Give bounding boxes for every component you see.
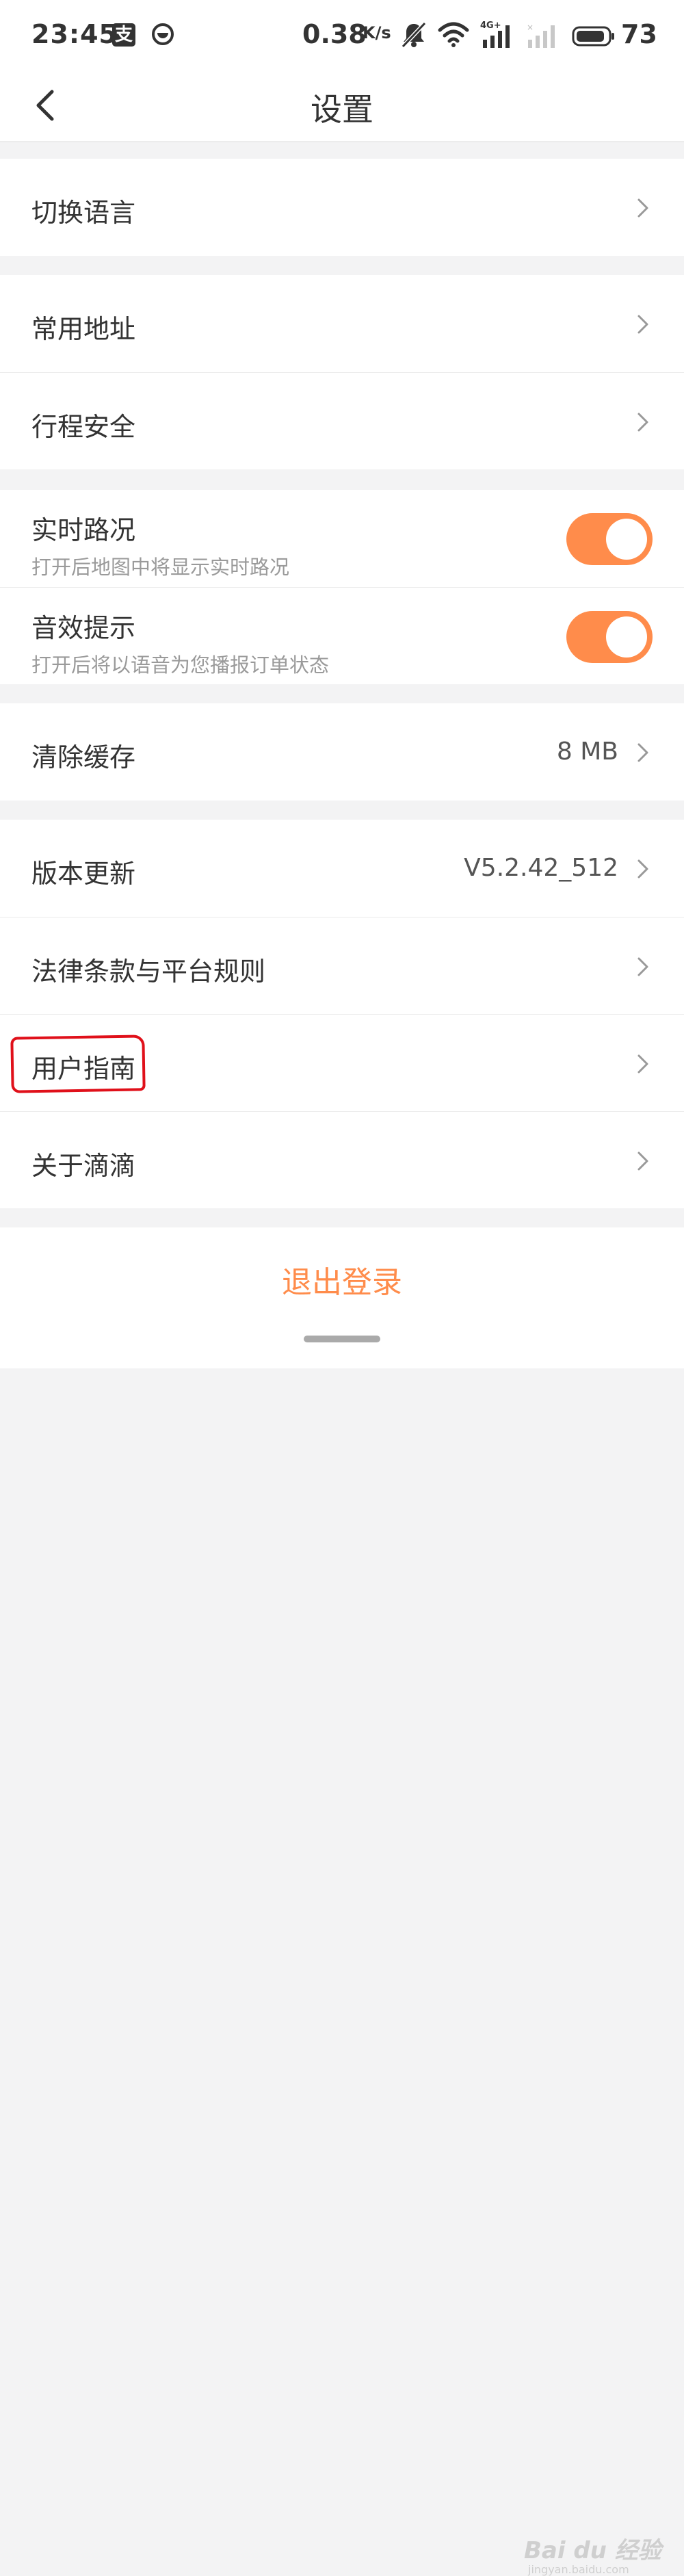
section-language: 切换语言	[0, 159, 684, 256]
row-label: 法律条款与平台规则	[31, 957, 266, 987]
home-indicator[interactable]	[304, 1336, 380, 1342]
section-toggles: 实时路况 打开后地图中将显示实时路况 音效提示 打开后将以语音为您播报订单状态	[0, 490, 684, 684]
settings-row-sound: 音效提示 打开后将以语音为您播报订单状态	[0, 587, 684, 684]
row-label: 清除缓存	[31, 742, 136, 772]
network-speed-unit: K/s	[363, 23, 391, 42]
row-description: 打开后地图中将显示实时路况	[31, 556, 290, 579]
settings-row-address[interactable]: 常用地址	[0, 275, 684, 372]
wifi-icon	[438, 22, 469, 47]
chevron-right-icon	[637, 1152, 648, 1171]
chevron-right-icon	[637, 743, 648, 762]
chevron-right-icon	[637, 413, 648, 432]
app-version: V5.2.42_512	[464, 854, 618, 882]
settings-row-guide[interactable]: 用户指南	[0, 1014, 684, 1111]
nav-bar: 设置	[0, 71, 684, 142]
watermark-url: jingyan.baidu.com	[528, 2563, 629, 2576]
settings-row-safety[interactable]: 行程安全	[0, 372, 684, 469]
watermark-logo: Bai du 经验	[524, 2537, 661, 2564]
row-label: 切换语言	[31, 198, 136, 228]
chevron-right-icon	[637, 1054, 648, 1074]
row-label: 用户指南	[31, 1054, 136, 1084]
battery-level: 73	[621, 19, 657, 49]
status-time: 23:45	[31, 19, 118, 49]
settings-row-traffic: 实时路况 打开后地图中将显示实时路况	[0, 490, 684, 587]
row-label: 关于滴滴	[31, 1151, 136, 1181]
traffic-toggle[interactable]	[566, 513, 653, 565]
row-label: 常用地址	[31, 314, 136, 344]
logout-area: 退出登录 Bai du 经验 jingyan.baidu.com	[0, 1227, 684, 2576]
chevron-right-icon	[637, 859, 648, 879]
settings-row-legal[interactable]: 法律条款与平台规则	[0, 917, 684, 1014]
settings-row-language[interactable]: 切换语言	[0, 159, 684, 256]
signal-4g-icon	[483, 25, 510, 48]
settings-row-version[interactable]: 版本更新 V5.2.42_512	[0, 820, 684, 917]
row-label: 音效提示	[31, 613, 136, 643]
chevron-right-icon	[637, 198, 648, 218]
alipay-icon: 支	[112, 23, 135, 47]
sound-toggle[interactable]	[566, 611, 653, 663]
row-label: 实时路况	[31, 515, 136, 545]
page-title: 设置	[311, 91, 373, 128]
row-description: 打开后将以语音为您播报订单状态	[31, 653, 330, 677]
didi-icon	[152, 23, 174, 45]
cache-size: 8 MB	[556, 738, 618, 766]
section-trip: 常用地址 行程安全	[0, 275, 684, 469]
battery-icon	[572, 26, 614, 47]
section-cache: 清除缓存 8 MB	[0, 703, 684, 801]
section-about: 版本更新 V5.2.42_512 法律条款与平台规则 用户指南 关于滴滴	[0, 820, 684, 1208]
row-label: 行程安全	[31, 412, 136, 442]
toggle-knob	[606, 616, 647, 658]
settings-row-about[interactable]: 关于滴滴	[0, 1111, 684, 1208]
chevron-right-icon	[637, 315, 648, 334]
toggle-knob	[606, 519, 647, 560]
logout-button[interactable]: 退出登录	[0, 1258, 684, 1301]
bell-muted-icon	[401, 21, 427, 49]
network-speed: 0.38	[302, 19, 367, 49]
status-bar: 23:45 支 0.38 K/s 4G+ × 73	[0, 0, 684, 71]
chevron-right-icon	[637, 957, 648, 976]
settings-row-cache[interactable]: 清除缓存 8 MB	[0, 703, 684, 801]
signal-empty-icon: ×	[527, 23, 555, 48]
svg-text:×: ×	[527, 23, 534, 32]
row-label: 版本更新	[31, 859, 136, 889]
